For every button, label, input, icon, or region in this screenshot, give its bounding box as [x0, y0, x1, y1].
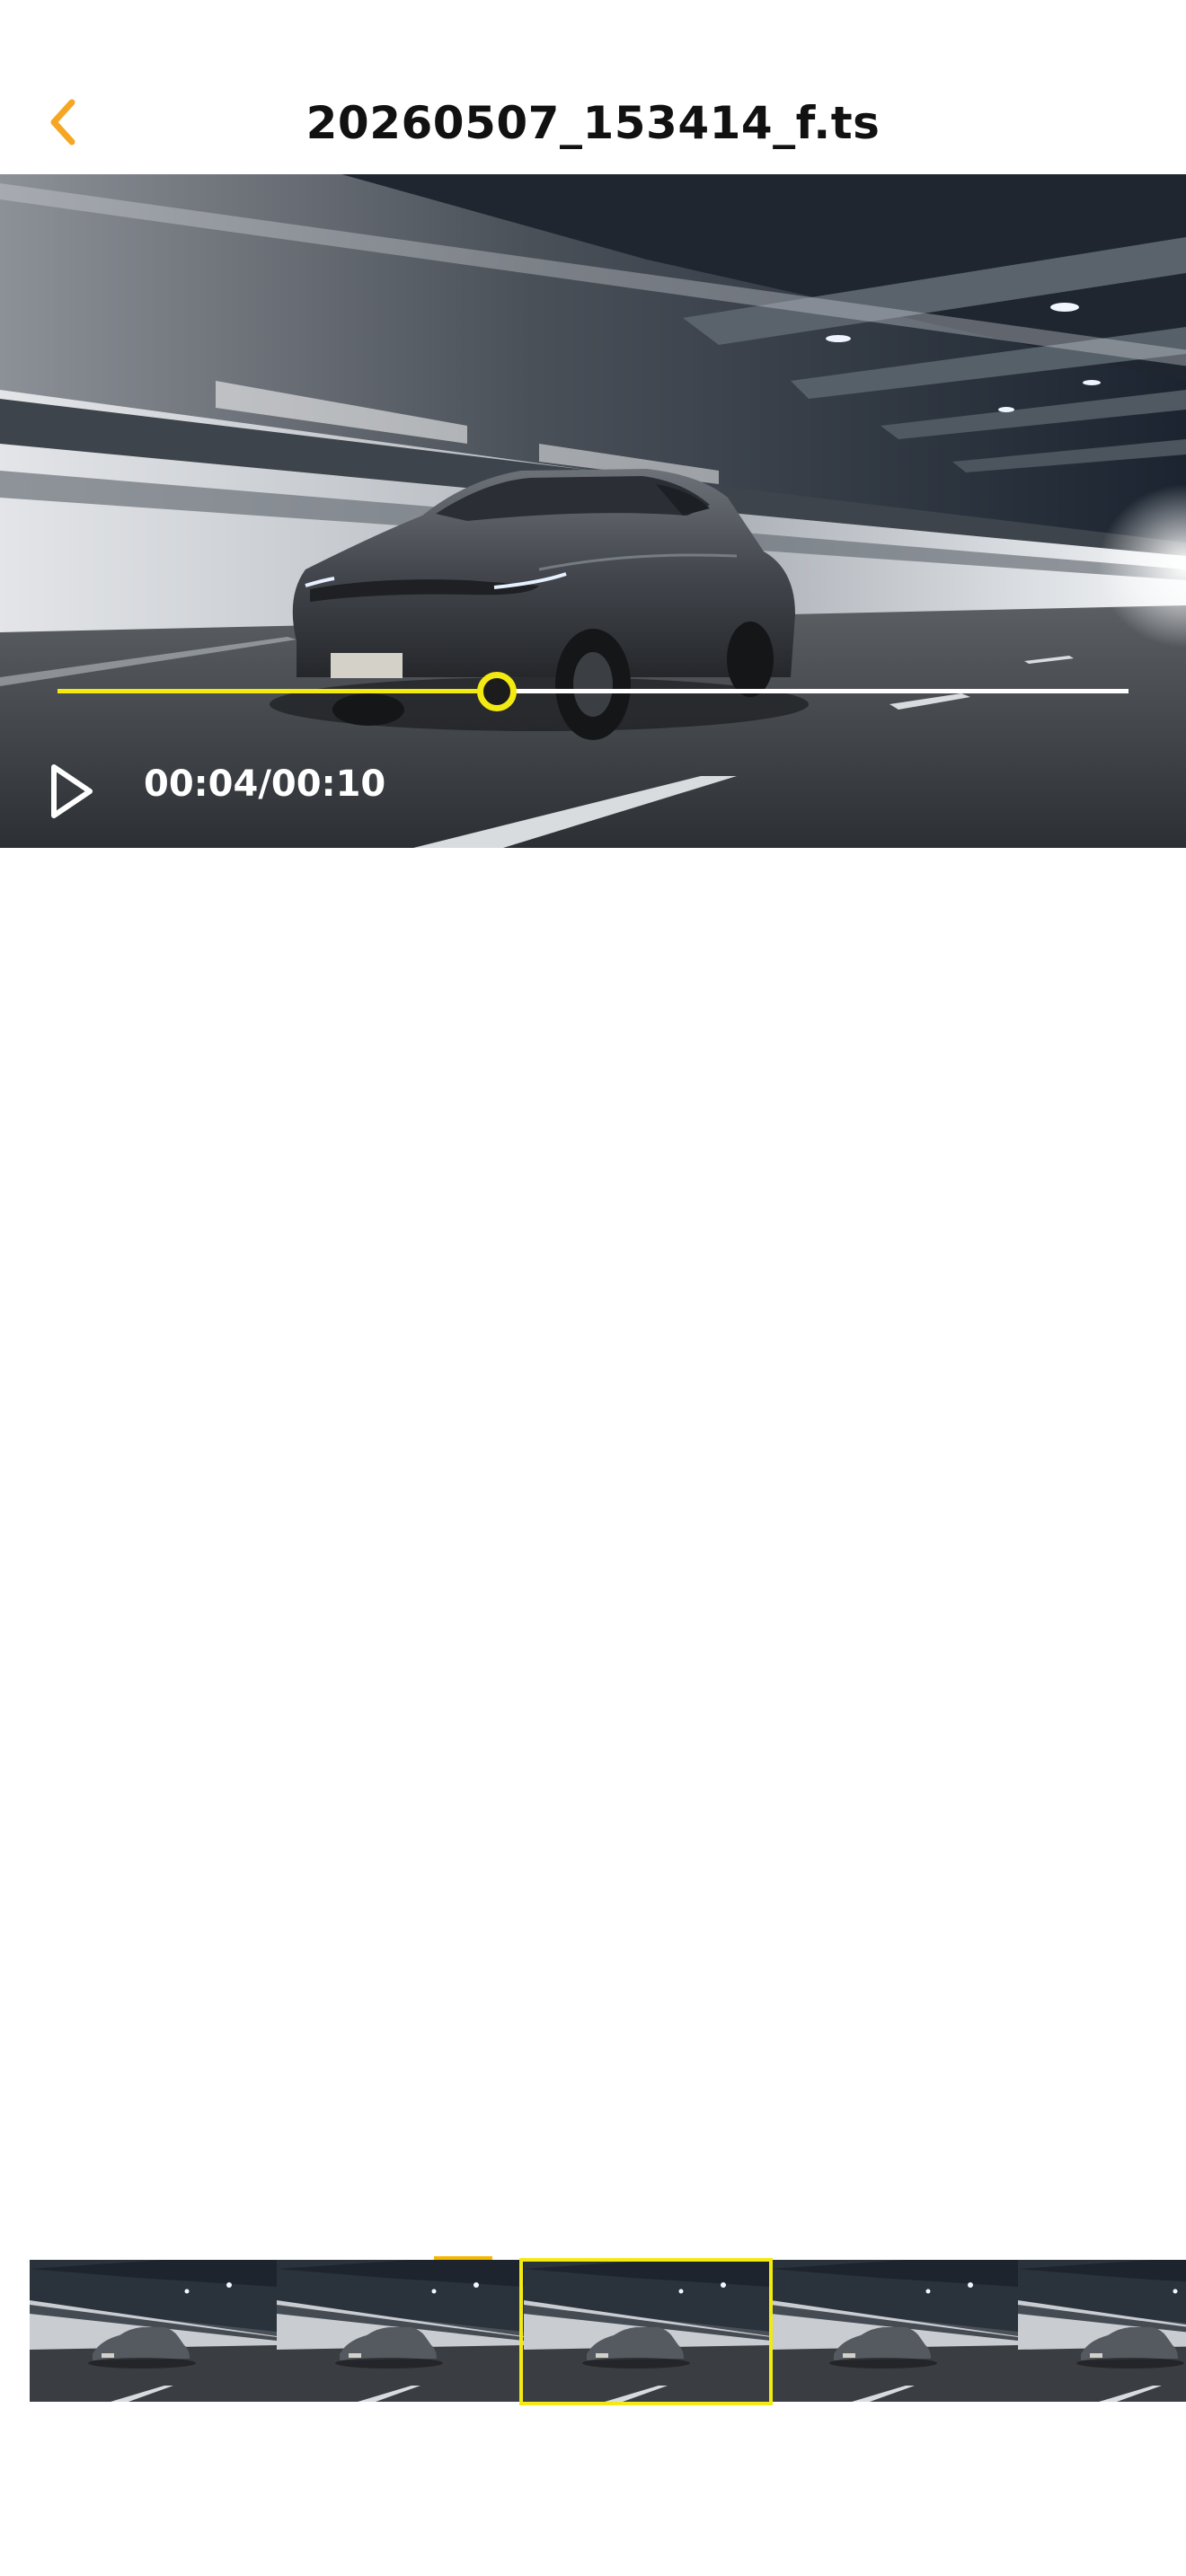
thumbnail-frame[interactable]: [30, 2260, 277, 2402]
seek-bar[interactable]: [58, 672, 1128, 711]
thumbnail-frame[interactable]: [277, 2260, 524, 2402]
page-title: 20260507_153414_f.ts: [305, 97, 881, 149]
play-button[interactable]: [47, 760, 97, 823]
thumbnail-frame[interactable]: [524, 2260, 771, 2402]
thumbnail-frame[interactable]: [771, 2260, 1018, 2402]
seek-bar-played: [58, 689, 497, 693]
time-readout: 00:04/00:10: [144, 763, 386, 805]
back-button[interactable]: [36, 90, 90, 154]
thumbnail-frame[interactable]: [1018, 2260, 1186, 2402]
seek-bar-thumb[interactable]: [477, 672, 517, 711]
video-frame: [0, 174, 1186, 848]
thumbnail-strip[interactable]: [30, 2260, 1186, 2402]
top-bar: 20260507_153414_f.ts: [0, 0, 1186, 174]
video-player[interactable]: 00:04/00:10: [0, 174, 1186, 848]
chevron-left-icon: [50, 99, 75, 146]
play-icon: [51, 764, 93, 818]
